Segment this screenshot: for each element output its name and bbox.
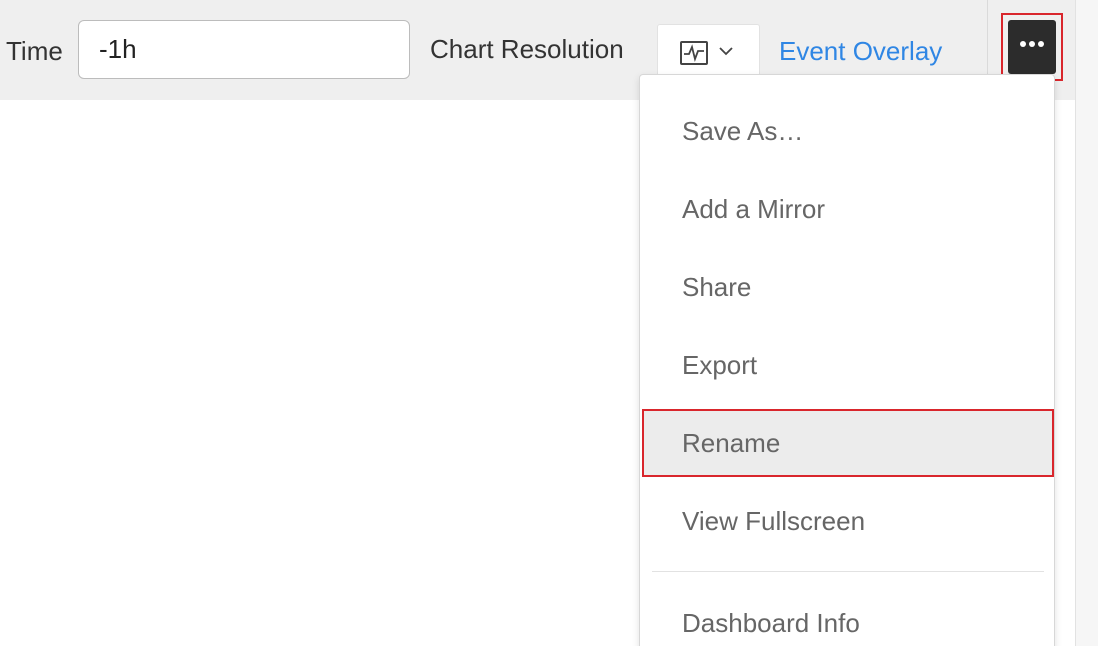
menu-item-rename[interactable]: Rename xyxy=(642,409,1054,477)
menu-item-dashboard-info[interactable]: Dashboard Info xyxy=(642,589,1054,646)
line-chart-icon xyxy=(680,41,708,65)
time-input[interactable] xyxy=(78,20,410,79)
menu-item-share[interactable]: Share xyxy=(642,253,1054,321)
menu-item-save-as[interactable]: Save As… xyxy=(642,97,1054,165)
chart-resolution-label: Chart Resolution xyxy=(430,34,624,64)
event-overlay-link[interactable]: Event Overlay xyxy=(779,36,942,67)
menu-item-add-mirror[interactable]: Add a Mirror xyxy=(642,175,1054,243)
time-label: Time xyxy=(6,36,63,66)
scrollbar-track[interactable] xyxy=(1075,0,1098,646)
menu-divider xyxy=(652,571,1044,572)
chart-resolution-dropdown[interactable] xyxy=(657,24,760,80)
more-actions-button[interactable] xyxy=(1008,20,1056,74)
actions-menu: Save As… Add a Mirror Share Export Renam… xyxy=(639,74,1055,646)
menu-item-view-fullscreen[interactable]: View Fullscreen xyxy=(642,487,1054,555)
menu-item-export[interactable]: Export xyxy=(642,331,1054,399)
chevron-down-icon xyxy=(719,47,733,56)
more-dots-icon xyxy=(1020,41,1044,47)
